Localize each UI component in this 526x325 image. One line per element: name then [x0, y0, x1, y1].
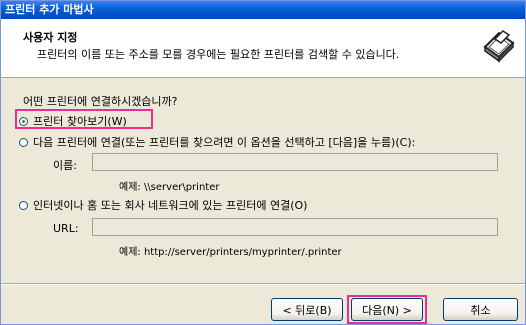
cancel-button[interactable]: 취소 [443, 298, 518, 321]
window-title: 프린터 추가 마법사 [5, 3, 94, 16]
browse-printer-radio[interactable] [19, 116, 28, 126]
header-subtitle: 프린터의 이름 또는 주소를 모를 경우에는 필요한 프린터를 검색할 수 있습… [37, 48, 400, 61]
printer-name-input[interactable] [92, 153, 498, 171]
add-printer-wizard-window: 프린터 추가 마법사 사용자 지정 프린터의 이름 또는 주소를 모를 경우에는… [0, 0, 526, 325]
connect-internet-option[interactable]: 인터넷이나 홈 또는 회사 네트워크에 있는 프린터에 연결(O) [19, 197, 307, 213]
connect-by-name-label: 다음 프린터에 연결(또는 프린터를 찾으려면 이 옵션을 선택하고 [다음]을… [33, 136, 416, 149]
connect-by-name-radio[interactable] [19, 137, 28, 147]
browse-printer-label: 프린터 찾아보기(W) [33, 115, 127, 128]
connect-internet-radio[interactable] [19, 200, 28, 210]
footer-divider [1, 283, 525, 285]
url-example: 예제: http://server/printers/myprinter/.pr… [119, 247, 342, 258]
browse-printer-option[interactable]: 프린터 찾아보기(W) [19, 113, 127, 129]
wizard-header: 사용자 지정 프린터의 이름 또는 주소를 모를 경우에는 필요한 프린터를 검… [1, 19, 525, 78]
printer-wizard-icon [483, 30, 515, 63]
connect-internet-label: 인터넷이나 홈 또는 회사 네트워크에 있는 프린터에 연결(O) [33, 199, 308, 212]
printer-url-input[interactable] [92, 218, 498, 236]
back-button[interactable]: < 뒤로(B) [271, 298, 343, 321]
next-button[interactable]: 다음(N) > [351, 298, 423, 321]
connection-question: 어떤 프린터에 연결하시겠습니까? [23, 95, 178, 108]
window-titlebar[interactable]: 프린터 추가 마법사 [1, 1, 525, 19]
url-field-label: URL: [53, 222, 79, 235]
header-title: 사용자 지정 [23, 31, 78, 44]
name-example: 예제: \\server\printer [119, 182, 220, 193]
name-field-label: 이름: [53, 159, 77, 172]
connect-by-name-option[interactable]: 다음 프린터에 연결(또는 프린터를 찾으려면 이 옵션을 선택하고 [다음]을… [19, 134, 415, 150]
